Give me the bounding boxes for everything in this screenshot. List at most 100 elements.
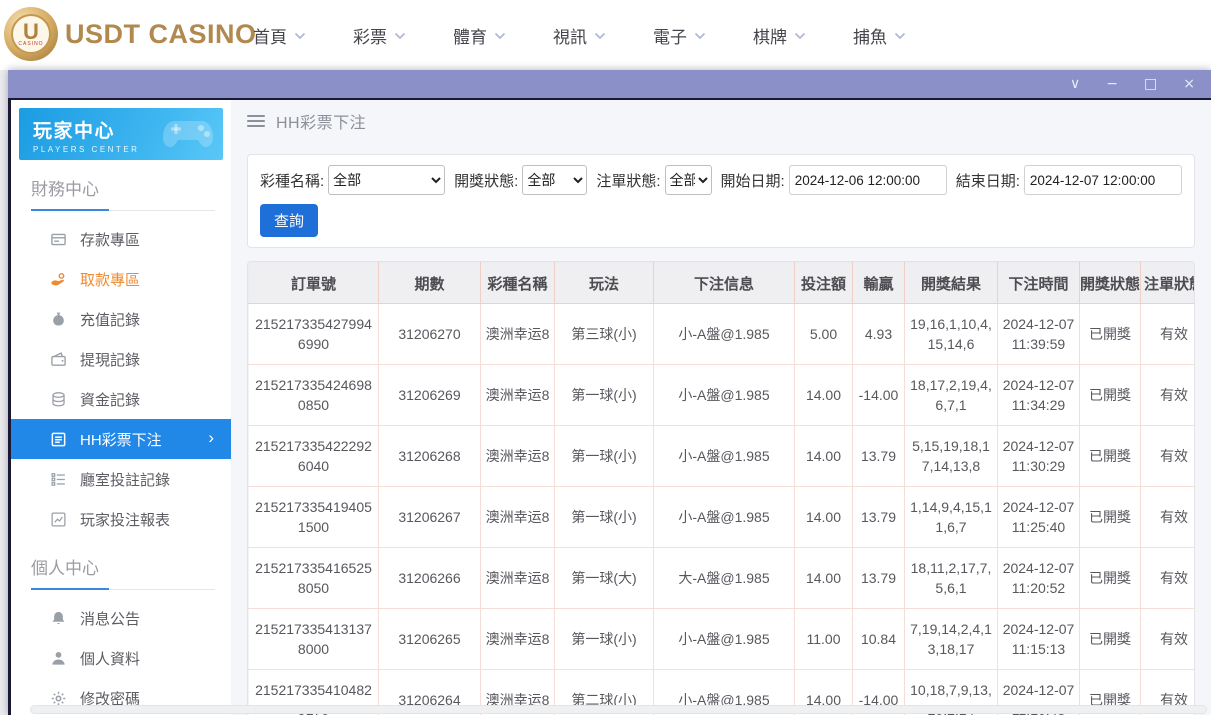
chevron-down-icon xyxy=(494,32,506,40)
table-cell: 小-A盤@1.985 xyxy=(654,365,795,426)
table-cell: 13.79 xyxy=(853,487,905,548)
table-cell: 2152173354131378000 xyxy=(249,609,379,670)
horizontal-scrollbar[interactable] xyxy=(30,705,1207,714)
sidebar: 玩家中心 PLAYERS CENTER 財務中心存款專區取款專區充值記錄提現記錄… xyxy=(11,100,231,715)
table-row: 215217335419405150031206267澳洲幸运8第一球(小)小-… xyxy=(249,487,1196,548)
sidebar-item-announcements[interactable]: 消息公告 xyxy=(11,598,231,638)
column-header: 注單狀態 xyxy=(1141,263,1196,304)
page-title: HH彩票下注 xyxy=(276,109,366,133)
table-cell: 已開獎 xyxy=(1080,304,1141,365)
column-header: 訂單號 xyxy=(249,263,379,304)
sidebar-item-withdraw[interactable]: 取款專區 xyxy=(11,259,231,299)
nav-item-label: 電子 xyxy=(653,23,687,48)
brand-name: USDT CASINO xyxy=(65,19,257,50)
bets-table-body: 215217335427994699031206270澳洲幸运8第三球(小)小-… xyxy=(249,304,1196,715)
announcements-icon xyxy=(49,609,67,627)
chevron-down-icon xyxy=(394,32,406,40)
hall-bet-records-icon xyxy=(49,470,67,488)
nav-item[interactable]: 首頁 xyxy=(253,23,306,48)
sidebar-item-funds-records[interactable]: 資金記錄 xyxy=(11,379,231,419)
sidebar-item-label: 取款專區 xyxy=(80,269,140,290)
column-header: 下注時間 xyxy=(998,263,1080,304)
nav-item-label: 首頁 xyxy=(253,23,287,48)
nav-item[interactable]: 棋牌 xyxy=(753,23,806,48)
nav-item[interactable]: 捕魚 xyxy=(853,23,906,48)
table-cell: 已開獎 xyxy=(1080,365,1141,426)
sidebar-item-label: 存款專區 xyxy=(80,229,140,250)
table-cell: 澳洲幸运8 xyxy=(481,609,555,670)
table-cell: 有效 xyxy=(1141,548,1196,609)
screen: U CASINO USDT CASINO 首頁 彩票 體育 視訊 電子 棋牌 捕魚 ∨ − … xyxy=(0,0,1211,715)
table-row: 215217335413137800031206265澳洲幸运8第一球(小)小-… xyxy=(249,609,1196,670)
table-cell: 5.00 xyxy=(795,304,853,365)
nav-item[interactable]: 視訊 xyxy=(553,23,606,48)
column-header: 輸贏 xyxy=(853,263,905,304)
order-status-select[interactable]: 全部 xyxy=(665,165,712,195)
column-header: 下注信息 xyxy=(654,263,795,304)
sidebar-item-hall-bet-records[interactable]: 廳室投註記錄 xyxy=(11,459,231,499)
sidebar-item-recharge-records[interactable]: 充值記錄 xyxy=(11,299,231,339)
table-cell: 19,16,1,10,4,15,14,6 xyxy=(905,304,998,365)
chevron-down-icon xyxy=(794,32,806,40)
table-cell: 31206267 xyxy=(379,487,481,548)
sidebar-section-underline xyxy=(31,209,215,211)
end-date-label: 結束日期: xyxy=(956,170,1020,191)
table-cell: 有效 xyxy=(1141,304,1196,365)
lottery-bets-icon xyxy=(49,430,67,448)
start-date-input[interactable] xyxy=(789,165,947,195)
table-cell: 小-A盤@1.985 xyxy=(654,304,795,365)
deposit-icon xyxy=(49,230,67,248)
table-cell: 14.00 xyxy=(795,365,853,426)
sidebar-item-player-bet-report[interactable]: 玩家投注報表 xyxy=(11,499,231,539)
table-cell: 已開獎 xyxy=(1080,487,1141,548)
brand-logo[interactable]: U CASINO USDT CASINO xyxy=(4,7,257,61)
hamburger-menu-icon[interactable] xyxy=(247,115,265,127)
column-header: 彩種名稱 xyxy=(481,263,555,304)
window-minimize-button[interactable]: − xyxy=(1106,77,1118,91)
nav-item[interactable]: 電子 xyxy=(653,23,706,48)
table-cell: -14.00 xyxy=(853,365,905,426)
bets-table: 訂單號期數彩種名稱玩法下注信息投注額輸贏開獎結果下注時間開獎狀態注單狀態 215… xyxy=(248,262,1195,715)
sidebar-section-title: 財務中心 xyxy=(31,173,215,209)
players-center-window: ∨ − □ × 玩家中心 PLAYERS CENTER 財務中心存款專區取款專區… xyxy=(8,70,1211,715)
window-maximize-button[interactable]: □ xyxy=(1144,77,1157,91)
sidebar-sections: 財務中心存款專區取款專區充值記錄提現記錄資金記錄HH彩票下注›廳室投註記錄玩家投… xyxy=(11,173,231,715)
sidebar-item-profile[interactable]: 個人資料 xyxy=(11,638,231,678)
sidebar-item-withdrawal-records[interactable]: 提現記錄 xyxy=(11,339,231,379)
table-row: 215217335416525805031206266澳洲幸运8第一球(大)大-… xyxy=(249,548,1196,609)
table-cell: 31206269 xyxy=(379,365,481,426)
nav-item-label: 體育 xyxy=(453,23,487,48)
window-content: 玩家中心 PLAYERS CENTER 財務中心存款專區取款專區充值記錄提現記錄… xyxy=(8,98,1211,715)
nav-item[interactable]: 彩票 xyxy=(353,23,406,48)
lottery-name-select[interactable]: 全部 xyxy=(328,165,445,195)
window-titlebar[interactable]: ∨ − □ × xyxy=(8,70,1211,98)
table-cell: 1,14,9,4,15,11,6,7 xyxy=(905,487,998,548)
window-close-button[interactable]: × xyxy=(1183,77,1195,91)
sidebar-item-deposit[interactable]: 存款專區 xyxy=(11,219,231,259)
sidebar-section: 財務中心存款專區取款專區充值記錄提現記錄資金記錄HH彩票下注›廳室投註記錄玩家投… xyxy=(11,173,231,539)
table-cell: 14.00 xyxy=(795,487,853,548)
nav-item[interactable]: 體育 xyxy=(453,23,506,48)
start-date-label: 開始日期: xyxy=(721,170,785,191)
sidebar-header: 玩家中心 PLAYERS CENTER xyxy=(19,108,223,160)
table-cell: 有效 xyxy=(1141,487,1196,548)
player-report-icon xyxy=(49,510,67,528)
table-cell: 第一球(小) xyxy=(555,609,654,670)
draw-status-select[interactable]: 全部 xyxy=(522,165,587,195)
query-button[interactable]: 查詢 xyxy=(260,204,318,237)
table-cell: 31206268 xyxy=(379,426,481,487)
bets-table-card: 訂單號期數彩種名稱玩法下注信息投注額輸贏開獎結果下注時間開獎狀態注單狀態 215… xyxy=(247,261,1195,715)
table-cell: 第一球(小) xyxy=(555,365,654,426)
table-cell: 有效 xyxy=(1141,365,1196,426)
table-cell: 2024-12-07 11:39:59 xyxy=(998,304,1080,365)
table-cell: 2152173354165258050 xyxy=(249,548,379,609)
table-cell: 澳洲幸运8 xyxy=(481,548,555,609)
table-cell: 31206270 xyxy=(379,304,481,365)
end-date-input[interactable] xyxy=(1024,165,1182,195)
content-header: HH彩票下注 xyxy=(231,100,1211,142)
window-collapse-button[interactable]: ∨ xyxy=(1070,77,1080,91)
profile-icon xyxy=(49,649,67,667)
sidebar-item-hh-lottery-bets[interactable]: HH彩票下注› xyxy=(11,419,231,459)
sidebar-item-label: 充值記錄 xyxy=(80,309,140,330)
table-cell: 2024-12-07 11:15:13 xyxy=(998,609,1080,670)
